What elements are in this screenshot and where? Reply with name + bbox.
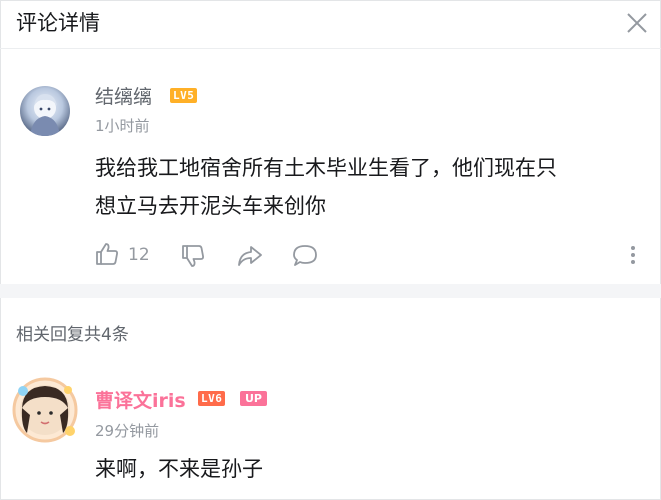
comment-content: 我给我工地宿舍所有土木毕业生看了，他们现在只 想立马去开泥头车来创你 [95,149,640,225]
page-title: 评论详情 [16,11,100,35]
comment-content-line: 我给我工地宿舍所有土木毕业生看了，他们现在只 [95,156,557,180]
avatar-image [12,377,78,443]
replies-header: 相关回复共4条 [16,325,129,345]
comment-username[interactable]: 结缡缡 [95,82,152,109]
up-badge: UP [240,391,267,406]
like-button[interactable] [94,241,120,271]
close-button[interactable] [620,6,654,40]
close-icon [627,13,647,33]
share-icon [238,246,262,266]
avatar-image [30,94,60,136]
reply-avatar[interactable] [10,375,80,445]
reply-timestamp: 29分钟前 [95,422,160,440]
thumbs-down-icon [182,245,204,267]
level-badge: LV6 [198,391,226,406]
more-vertical-icon [626,246,640,264]
reply-content: 来啊，不来是孙子 [95,457,263,481]
share-button[interactable] [236,243,264,273]
comment-bubble-icon [293,245,317,266]
thumbs-up-icon [96,243,118,265]
more-options-button[interactable] [626,243,640,267]
reply-username[interactable]: 曹译文iris [95,386,186,413]
like-count: 12 [128,245,150,265]
comment-timestamp: 1小时前 [95,117,150,135]
dislike-button[interactable] [180,243,206,273]
level-badge: LV5 [170,88,198,103]
header-divider [0,48,661,49]
avatar[interactable] [20,86,70,136]
section-divider [0,284,661,298]
reply-button[interactable] [291,243,319,273]
comment-content-line: 想立马去开泥头车来创你 [95,194,326,218]
